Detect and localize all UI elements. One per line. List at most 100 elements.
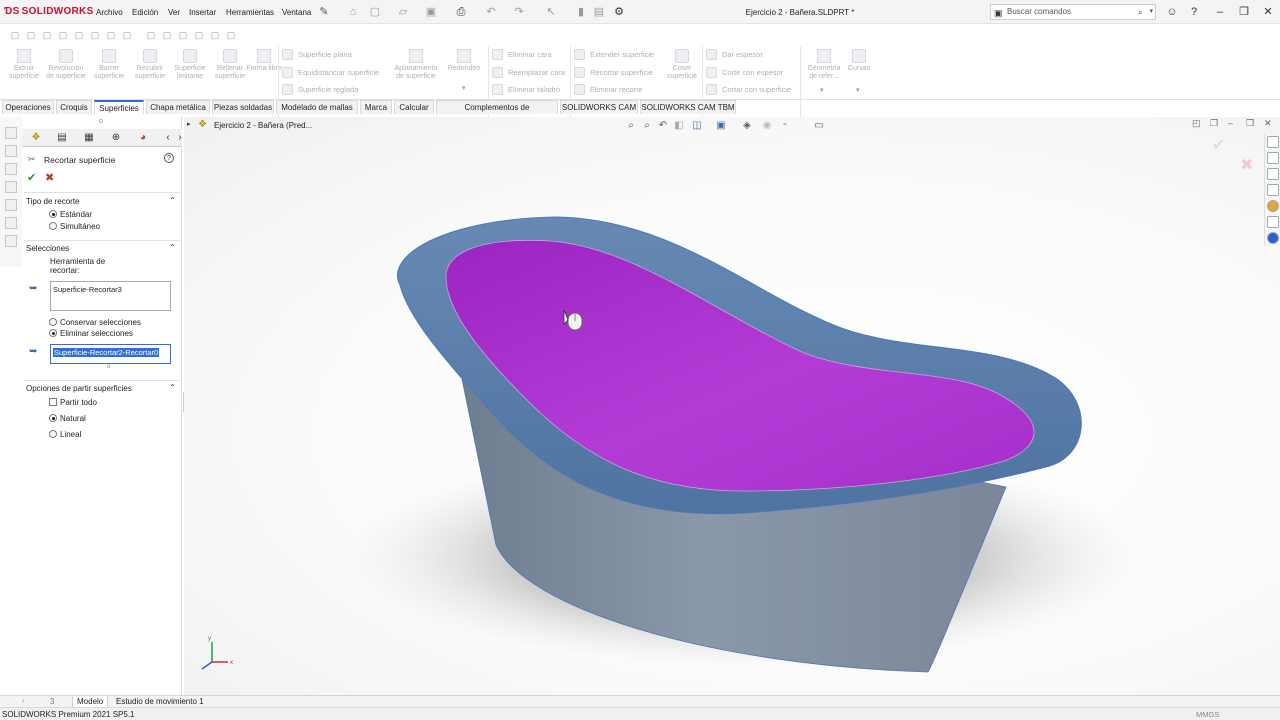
- thicken-button[interactable]: Dar espesor: [706, 49, 763, 60]
- extend-surface-button[interactable]: Extender superficie: [574, 49, 654, 60]
- help-icon[interactable]: ?: [1184, 4, 1204, 20]
- tab-superficies[interactable]: Superficies: [94, 100, 144, 114]
- radio-lineal[interactable]: [49, 430, 57, 438]
- reference-geometry-button[interactable]: Geometría de refer...: [803, 49, 845, 81]
- sketch-tool-icon[interactable]: [5, 145, 17, 157]
- menu-ver[interactable]: Ver: [168, 8, 180, 17]
- dimxpert-tab-icon[interactable]: ⊕: [106, 131, 126, 145]
- chevron-left-icon[interactable]: ‹: [22, 696, 25, 705]
- radio-simultaneo-label[interactable]: Simultáneo: [60, 222, 100, 231]
- rebuild-icon[interactable]: ▮: [574, 5, 588, 19]
- home-icon[interactable]: ⌂: [346, 5, 360, 19]
- undo-icon[interactable]: ↶: [484, 5, 498, 19]
- radio-natural[interactable]: [49, 414, 57, 422]
- trim-tool-selection-box[interactable]: Superficie-Recortar3: [50, 281, 171, 311]
- search-input[interactable]: Buscar comandos: [1007, 7, 1071, 16]
- tab-chapa-metalica[interactable]: Chapa metálica: [146, 100, 210, 114]
- menu-insertar[interactable]: Insertar: [189, 8, 216, 17]
- help-icon[interactable]: ?: [164, 153, 174, 163]
- knit-surface-button[interactable]: Coser superficie: [662, 49, 702, 81]
- sketch-tool-icon[interactable]: [5, 181, 17, 193]
- chevron-up-icon[interactable]: ⌃: [169, 196, 176, 205]
- delete-face-button[interactable]: Eliminar cara: [492, 49, 552, 60]
- trim-type-section-header[interactable]: Tipo de recorte ⌃: [26, 196, 178, 209]
- menu-archivo[interactable]: Archivo: [96, 8, 123, 17]
- pieces-to-remove-box[interactable]: Superficie-Recortar2-Recortar0: [50, 344, 171, 364]
- search-commands-box[interactable]: ▣ Buscar comandos ⌕ ▾: [990, 4, 1156, 20]
- mini-toolbar-icon[interactable]: ▢: [104, 28, 118, 42]
- options-gear-icon[interactable]: ⚙: [612, 5, 626, 19]
- file-explorer-icon[interactable]: [1267, 168, 1279, 180]
- split-options-section-header[interactable]: Opciones de partir superficies ⌃: [26, 383, 178, 396]
- close-window-button[interactable]: ✕: [1258, 4, 1278, 20]
- feature-manager-tab-icon[interactable]: ❖: [26, 131, 46, 145]
- magnifier-icon[interactable]: ⌕: [1138, 5, 1143, 19]
- radio-natural-label[interactable]: Natural: [60, 414, 86, 423]
- ok-check-button[interactable]: ✔: [27, 171, 36, 184]
- radio-simultaneo[interactable]: [49, 222, 57, 230]
- chevron-up-icon[interactable]: ⌃: [169, 383, 176, 392]
- thickened-cut-button[interactable]: Corte con espesor: [706, 67, 783, 78]
- trim-surface-button[interactable]: Recortar superficie: [574, 67, 653, 78]
- curves-button[interactable]: Curvas: [844, 49, 874, 73]
- design-library-icon[interactable]: [1267, 152, 1279, 164]
- splitter-handle-icon[interactable]: o: [99, 118, 103, 125]
- minimize-window-button[interactable]: –: [1210, 4, 1230, 20]
- radio-remove-selections-label[interactable]: Eliminar selecciones: [60, 329, 133, 338]
- unit-system[interactable]: MMGS: [1196, 710, 1219, 719]
- split-all-checkbox[interactable]: [49, 398, 57, 406]
- save-icon[interactable]: ▣: [424, 5, 438, 19]
- menu-edicion[interactable]: Edición: [132, 8, 158, 17]
- mini-toolbar-icon[interactable]: ▢: [24, 28, 38, 42]
- replace-face-button[interactable]: Reemplazar cara: [492, 67, 565, 78]
- mini-toolbar-icon[interactable]: ▢: [120, 28, 134, 42]
- tab-calcular[interactable]: Calcular: [394, 100, 434, 114]
- mini-toolbar-icon[interactable]: ▢: [40, 28, 54, 42]
- loft-surface-button[interactable]: Recubrir superficie: [130, 49, 170, 81]
- custom-properties-icon[interactable]: [1267, 216, 1279, 228]
- pin-icon[interactable]: ✎: [317, 5, 331, 19]
- new-document-icon[interactable]: ▢: [368, 5, 382, 19]
- mini-toolbar-icon[interactable]: ▢: [56, 28, 70, 42]
- chevron-down-icon[interactable]: ▾: [856, 86, 860, 94]
- view-palette-icon[interactable]: [1267, 184, 1279, 196]
- mini-toolbar-icon[interactable]: ▢: [192, 28, 206, 42]
- file-properties-icon[interactable]: ▤: [592, 5, 606, 19]
- chevron-down-icon[interactable]: ▾: [1149, 5, 1153, 19]
- resize-handle-icon[interactable]: o: [107, 364, 110, 370]
- tab-modelado-de-mallas[interactable]: Modelado de mallas: [276, 100, 358, 114]
- radio-estandar-label[interactable]: Estándar: [60, 210, 92, 219]
- radio-remove-selections[interactable]: [49, 329, 57, 337]
- fillet-button[interactable]: Redondeo: [444, 49, 484, 73]
- sketch-tool-icon[interactable]: [5, 235, 17, 247]
- sketch-tool-icon[interactable]: [5, 217, 17, 229]
- mini-toolbar-icon[interactable]: ▢: [72, 28, 86, 42]
- tab-piezas-soldadas[interactable]: Piezas soldadas: [212, 100, 274, 114]
- select-icon[interactable]: ↖: [544, 5, 558, 19]
- cut-with-surface-button[interactable]: Cortar con superficie: [706, 84, 791, 95]
- radio-keep-selections[interactable]: [49, 318, 57, 326]
- radio-keep-selections-label[interactable]: Conservar selecciones: [60, 318, 141, 327]
- extrude-surface-button[interactable]: Extruir superficie: [4, 49, 44, 81]
- property-manager-tab-icon[interactable]: ▤: [52, 131, 72, 145]
- chevron-down-icon[interactable]: ▾: [820, 86, 824, 94]
- graphics-area[interactable]: ▸ ❖ Ejercicio 2 - Bañera (Pred... ⌕ ⌕ ↶ …: [184, 117, 1280, 695]
- tab-complementos[interactable]: Complementos de SOLIDWORKS: [436, 100, 558, 126]
- mini-toolbar-icon[interactable]: ▢: [224, 28, 238, 42]
- mini-toolbar-icon[interactable]: ▢: [88, 28, 102, 42]
- revolve-surface-button[interactable]: Revolución de superficie: [46, 49, 86, 81]
- delete-hole-button[interactable]: Eliminar taladro: [492, 84, 560, 95]
- bathtub-model[interactable]: x y: [184, 117, 1280, 695]
- tab-solidworks-cam-tbm[interactable]: SOLIDWORKS CAM TBM: [640, 100, 736, 114]
- tab-operaciones[interactable]: Operaciones: [2, 100, 54, 114]
- redo-icon[interactable]: ↷: [512, 5, 526, 19]
- mini-toolbar-icon[interactable]: ▢: [208, 28, 222, 42]
- restore-window-button[interactable]: ❐: [1234, 4, 1254, 20]
- open-document-icon[interactable]: ▱: [396, 5, 410, 19]
- sweep-surface-button[interactable]: Barrer superficie: [89, 49, 129, 81]
- appearances-icon[interactable]: [1267, 200, 1279, 212]
- configuration-manager-tab-icon[interactable]: ▦: [79, 131, 99, 145]
- sketch-tool-icon[interactable]: [5, 163, 17, 175]
- ruled-surface-button[interactable]: Superficie reglada: [282, 84, 358, 95]
- tab-marca[interactable]: Marca: [360, 100, 392, 114]
